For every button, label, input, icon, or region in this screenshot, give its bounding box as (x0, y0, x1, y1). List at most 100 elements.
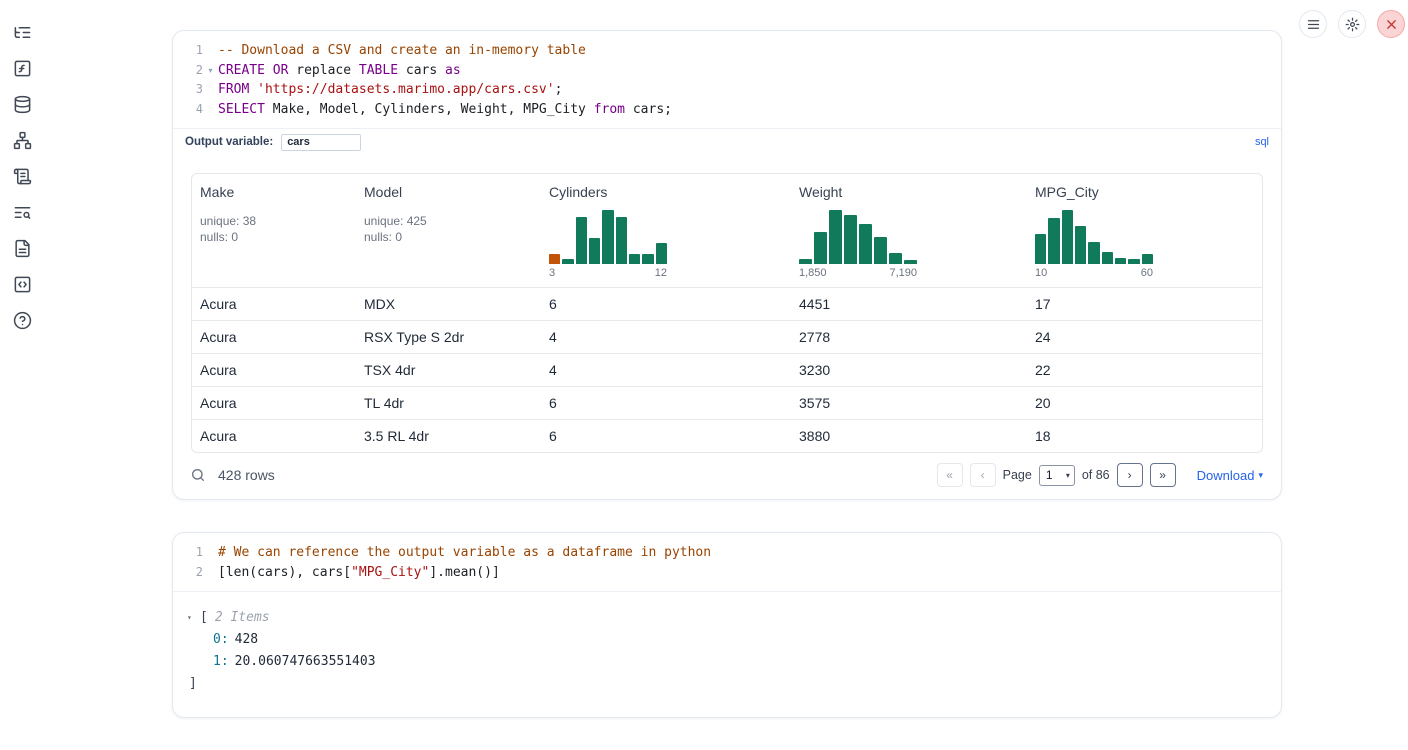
hist-bar[interactable] (1128, 259, 1139, 264)
column-name[interactable]: Cylinders (549, 184, 783, 200)
hist-bar[interactable] (799, 259, 812, 264)
notebook-actions (1299, 10, 1405, 38)
hist-bar[interactable] (1088, 242, 1099, 264)
column-name[interactable]: Model (364, 184, 533, 200)
cell-make: Acura (192, 395, 356, 411)
hist-bar[interactable] (1115, 258, 1126, 264)
fold-gutter (203, 563, 218, 583)
code-line[interactable]: 2[len(cars), cars["MPG_City"].mean()] (181, 563, 1281, 583)
shutdown-button[interactable] (1377, 10, 1405, 38)
hist-bar[interactable] (1075, 226, 1086, 264)
code-text: FROM 'https://datasets.marimo.app/cars.c… (218, 80, 562, 100)
column-name[interactable]: MPG_City (1035, 184, 1254, 200)
sql-code-editor[interactable]: 1-- Download a CSV and create an in-memo… (173, 31, 1281, 128)
search-icon[interactable] (188, 465, 208, 485)
page-select-value: 1 (1046, 468, 1053, 482)
cell-cylinders: 6 (541, 428, 791, 444)
gear-icon (1345, 17, 1360, 32)
hist-bar[interactable] (616, 217, 627, 264)
item-index: 1: (213, 654, 229, 669)
page-select[interactable]: 1 ▾ (1039, 465, 1075, 486)
scroll-text-icon[interactable] (12, 166, 32, 186)
hist-bar[interactable] (602, 210, 613, 264)
pagination: « ‹ Page 1 ▾ of 86 › » Download ▾ (937, 463, 1263, 487)
file-tree-icon[interactable] (12, 22, 32, 42)
hist-bar[interactable] (904, 260, 917, 264)
cell-model: 3.5 RL 4dr (356, 428, 541, 444)
last-page-button[interactable]: » (1150, 463, 1176, 487)
hist-bar[interactable] (1035, 234, 1046, 264)
cell-mpg-city: 18 (1027, 428, 1262, 444)
fold-chevron-icon[interactable]: ▾ (203, 61, 218, 81)
settings-button[interactable] (1338, 10, 1366, 38)
code-line[interactable]: 2▾CREATE OR replace TABLE cars as (181, 61, 1281, 81)
hist-bar[interactable] (814, 232, 827, 264)
table-header: Make unique: 38 nulls: 0 Model unique: 4… (192, 174, 1262, 287)
function-square-icon[interactable] (12, 58, 32, 78)
first-page-button[interactable]: « (937, 463, 963, 487)
dependency-graph-icon[interactable] (12, 130, 32, 150)
cell-make: Acura (192, 428, 356, 444)
hist-bar[interactable] (642, 254, 653, 264)
hist-bar[interactable] (1102, 252, 1113, 264)
item-index: 0: (213, 632, 229, 647)
file-text-icon[interactable] (12, 238, 32, 258)
hist-bar[interactable] (889, 253, 902, 264)
line-number: 2 (181, 563, 203, 583)
hist-bar[interactable] (589, 238, 600, 264)
line-number: 1 (181, 543, 203, 563)
language-badge[interactable]: sql (1255, 136, 1269, 148)
python-code-editor[interactable]: 1 # We can reference the output variable … (173, 533, 1281, 591)
hist-bar[interactable] (576, 217, 587, 264)
hist-bar[interactable] (562, 259, 573, 264)
page-label: Page (1003, 468, 1032, 482)
database-icon[interactable] (12, 94, 32, 114)
cell-mpg-city: 17 (1027, 296, 1262, 312)
code-line[interactable]: 1-- Download a CSV and create an in-memo… (181, 41, 1281, 61)
prev-page-button[interactable]: ‹ (970, 463, 996, 487)
column-name[interactable]: Weight (799, 184, 1019, 200)
column-header-weight: Weight 1,850 7,190 (791, 174, 1027, 287)
axis-min: 10 (1035, 267, 1047, 279)
help-circle-icon[interactable] (12, 310, 32, 330)
menu-button[interactable] (1299, 10, 1327, 38)
hist-bar[interactable] (1048, 218, 1059, 264)
table-row: Acura 3.5 RL 4dr 6 3880 18 (192, 419, 1262, 452)
column-name[interactable]: Make (200, 184, 348, 200)
items-count-label: 2 Items (215, 607, 270, 629)
axis-max: 7,190 (889, 267, 917, 279)
hist-bar[interactable] (1142, 254, 1153, 264)
output-variable-bar: Output variable: sql (173, 128, 1281, 155)
table-footer: 428 rows « ‹ Page 1 ▾ of 86 › » Download… (173, 453, 1281, 499)
hist-bar[interactable] (874, 237, 887, 264)
hist-bar[interactable] (549, 254, 560, 264)
line-number: 2 (181, 61, 203, 81)
hist-bar[interactable] (829, 210, 842, 264)
table-row: Acura RSX Type S 2dr 4 2778 24 (192, 320, 1262, 353)
hist-bar[interactable] (859, 224, 872, 265)
text-search-icon[interactable] (12, 202, 32, 222)
fold-gutter (203, 80, 218, 100)
hist-bar[interactable] (656, 243, 667, 264)
cell-weight: 4451 (791, 296, 1027, 312)
cell-make: Acura (192, 329, 356, 345)
left-sidebar (0, 0, 44, 729)
hist-bar[interactable] (629, 254, 640, 264)
list-item: 0:428 (187, 629, 1265, 651)
next-page-button[interactable]: › (1117, 463, 1143, 487)
page-total: of 86 (1082, 468, 1110, 482)
column-header-make: Make unique: 38 nulls: 0 (192, 174, 356, 287)
tree-collapse-icon[interactable]: ▾ (187, 607, 198, 629)
hist-bar[interactable] (844, 215, 857, 264)
code-text: # We can reference the output variable a… (218, 543, 711, 563)
code-square-icon[interactable] (12, 274, 32, 294)
download-button[interactable]: Download ▾ (1197, 468, 1263, 483)
notebook: 1-- Download a CSV and create an in-memo… (172, 30, 1282, 750)
weight-histogram (799, 210, 917, 264)
code-line[interactable]: 3FROM 'https://datasets.marimo.app/cars.… (181, 80, 1281, 100)
code-line[interactable]: 1 # We can reference the output variable … (181, 543, 1281, 563)
output-variable-input[interactable] (281, 134, 361, 151)
hist-bar[interactable] (1062, 210, 1073, 264)
code-line[interactable]: 4SELECT Make, Model, Cylinders, Weight, … (181, 100, 1281, 120)
null-count: nulls: 0 (200, 229, 348, 245)
